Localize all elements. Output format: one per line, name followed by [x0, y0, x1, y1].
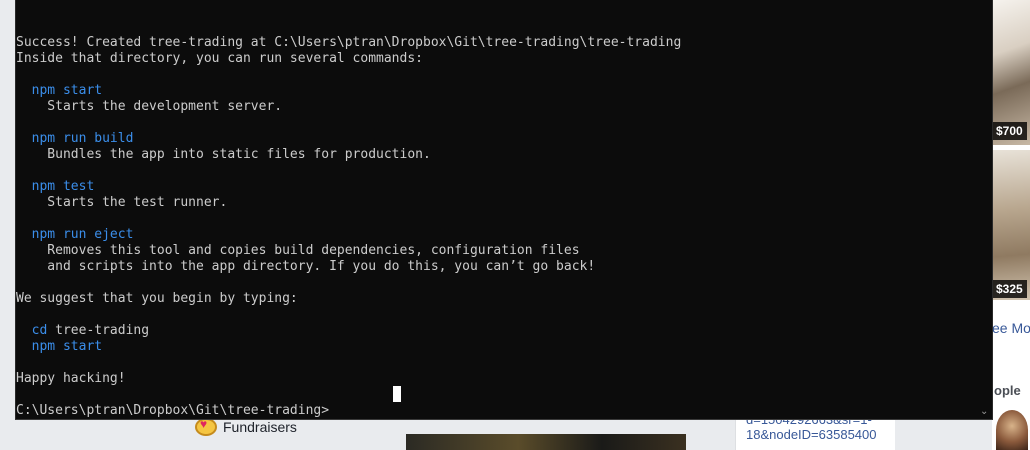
command-text: npm run eject [31, 227, 134, 242]
command-text: npm start [31, 339, 103, 354]
terminal-line: We suggest that you begin by typing: [16, 291, 298, 306]
terminal-line: Success! Created tree-trading at C:\User… [16, 35, 682, 50]
terminal-line: cd tree-trading [16, 323, 976, 339]
chevron-down-icon[interactable]: ⌄ [980, 407, 988, 417]
command-text: npm run build [31, 131, 134, 146]
terminal-line: Starts the test runner. [16, 195, 228, 210]
terminal-line: npm run build [16, 131, 976, 147]
command-text: npm start [31, 83, 103, 98]
terminal-line: C:\Users\ptran\Dropbox\Git\tree-trading> [16, 403, 330, 418]
text-cursor [393, 386, 401, 402]
terminal-line: Removes this tool and copies build depen… [16, 243, 580, 258]
avatar[interactable] [996, 410, 1028, 450]
fundraiser-heart-icon [195, 417, 217, 436]
terminal-line: Bundles the app into static files for pr… [16, 147, 431, 162]
terminal-line: Inside that directory, you can run sever… [16, 51, 423, 66]
see-more-link[interactable]: ee Mo [992, 320, 1030, 336]
ad-price-2: $325 [992, 280, 1027, 298]
feed-post-image[interactable] [406, 434, 686, 450]
fundraisers-link[interactable]: Fundraisers [195, 417, 297, 436]
terminal-line: Starts the development server. [16, 99, 283, 114]
people-section-label: ople [994, 383, 1021, 398]
command-argument: tree-trading [47, 323, 150, 338]
fundraisers-label: Fundraisers [223, 419, 297, 435]
terminal-line: Happy hacking! [16, 371, 126, 386]
ad-price-1: $700 [992, 122, 1027, 140]
link-line-2: 18&nodeID=63585400 [746, 427, 877, 442]
terminal-window[interactable]: Success! Created tree-trading at C:\User… [15, 0, 993, 420]
terminal-output: Success! Created tree-trading at C:\User… [16, 35, 976, 419]
terminal-line: npm run eject [16, 227, 976, 243]
terminal-line: npm start [16, 339, 976, 355]
terminal-line: npm test [16, 179, 976, 195]
terminal-scrollbar[interactable]: ⌄ [975, 0, 992, 419]
command-text: cd [31, 323, 48, 338]
right-ads-column: $700 $325 ee Mo ople [992, 0, 1030, 450]
terminal-line: and scripts into the app directory. If y… [16, 259, 596, 274]
ad-product-image-2[interactable] [992, 150, 1030, 300]
command-text: npm test [31, 179, 95, 194]
terminal-line: npm start [16, 83, 976, 99]
